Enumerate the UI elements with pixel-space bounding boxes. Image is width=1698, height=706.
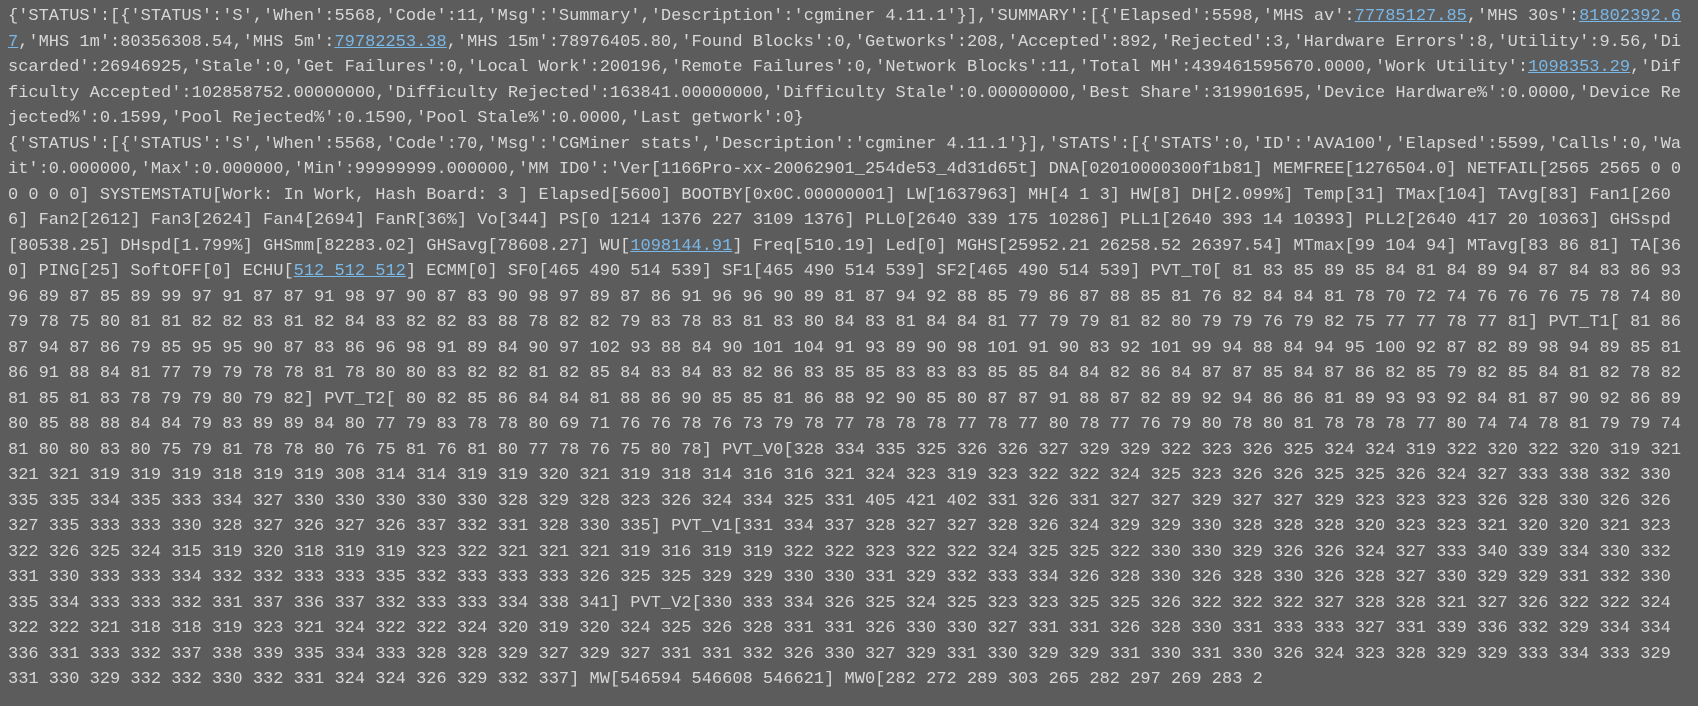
- link-echu[interactable]: 512 512 512: [294, 262, 406, 281]
- stats-line: {'STATUS':[{'STATUS':'S','When':5568,'Co…: [8, 135, 1691, 690]
- link-wu[interactable]: 1098144.91: [630, 237, 732, 256]
- link-work-utility[interactable]: 1098353.29: [1528, 58, 1630, 77]
- summary-line: {'STATUS':[{'STATUS':'S','When':5568,'Co…: [8, 7, 1681, 128]
- link-mhs-av[interactable]: 77785127.85: [1355, 7, 1467, 26]
- link-mhs-5m[interactable]: 79782253.38: [334, 33, 446, 52]
- terminal-output: {'STATUS':[{'STATUS':'S','When':5568,'Co…: [8, 4, 1690, 693]
